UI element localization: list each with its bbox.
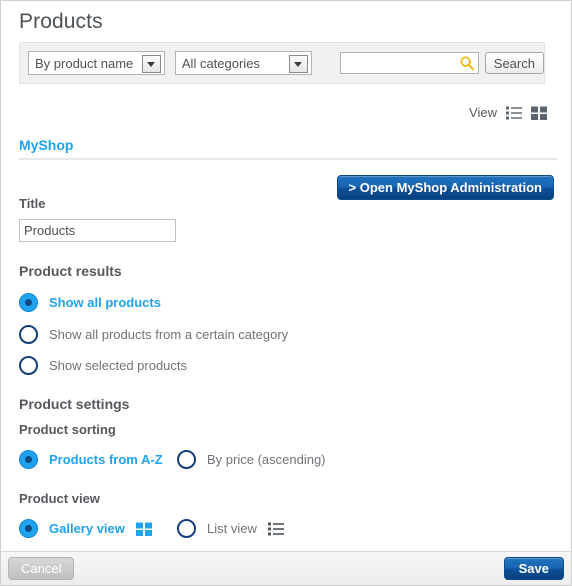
radio-indicator[interactable]: [19, 356, 38, 375]
radio-label: By price (ascending): [207, 452, 326, 467]
dialog-footer: Cancel Save: [1, 551, 571, 585]
radio-gallery-view[interactable]: Gallery view: [19, 519, 152, 538]
product-view-heading: Product view: [19, 491, 100, 506]
grid-view-icon: [135, 522, 152, 536]
category-select-value: All categories: [181, 55, 260, 71]
sort-by-select-value: By product name: [35, 55, 134, 71]
open-myshop-administration-button[interactable]: > Open MyShop Administration: [336, 175, 554, 200]
radio-by-price-ascending[interactable]: By price (ascending): [177, 450, 326, 469]
section-divider: [19, 158, 557, 160]
search-button[interactable]: Search: [484, 52, 544, 74]
radio-list-view[interactable]: List view: [177, 519, 284, 538]
radio-indicator[interactable]: [177, 519, 196, 538]
category-select[interactable]: All categories: [174, 51, 312, 75]
chevron-down-icon: [141, 55, 161, 73]
chevron-down-icon: [288, 55, 308, 73]
search-field-wrap: [339, 52, 479, 74]
product-sorting-heading: Product sorting: [19, 422, 116, 437]
search-input[interactable]: [339, 52, 479, 74]
radio-label: Show all products: [49, 295, 161, 310]
sort-by-select[interactable]: By product name: [28, 51, 165, 75]
grid-view-icon[interactable]: [531, 106, 547, 120]
gallery-view-icon-wrap: [135, 522, 152, 536]
view-switcher-label: View: [469, 105, 497, 120]
list-view-icon[interactable]: [506, 106, 522, 120]
list-view-icon-wrap: [267, 522, 284, 536]
radio-indicator-selected[interactable]: [19, 519, 38, 538]
radio-label: Show selected products: [49, 358, 188, 373]
radio-indicator-selected[interactable]: [19, 293, 38, 312]
list-view-icon: [267, 522, 284, 535]
radio-show-all-products-from-category[interactable]: Show all products from a certain categor…: [19, 325, 288, 344]
radio-indicator-selected[interactable]: [19, 450, 38, 469]
title-input[interactable]: [19, 219, 176, 242]
search-toolbar: By product name All categories Search: [19, 42, 545, 84]
product-settings-heading: Product settings: [19, 396, 130, 412]
radio-label: Products from A-Z: [49, 452, 163, 467]
radio-show-all-products[interactable]: Show all products: [19, 293, 161, 312]
radio-show-selected-products[interactable]: Show selected products: [19, 356, 187, 375]
radio-products-from-a-z[interactable]: Products from A-Z: [19, 450, 163, 469]
radio-label: List view: [207, 521, 257, 536]
radio-label: Show all products from a certain categor…: [49, 327, 289, 342]
radio-label: Gallery view: [49, 521, 125, 536]
radio-indicator[interactable]: [177, 450, 196, 469]
products-settings-dialog: Products By product name All categories: [0, 0, 572, 586]
page-title: Products: [19, 10, 103, 33]
cancel-button[interactable]: Cancel: [8, 557, 75, 580]
save-button[interactable]: Save: [503, 557, 564, 580]
product-results-heading: Product results: [19, 263, 122, 279]
myshop-heading: MyShop: [19, 137, 74, 153]
radio-indicator[interactable]: [19, 325, 38, 344]
view-switcher: View: [469, 105, 547, 120]
title-field-label: Title: [19, 196, 46, 211]
